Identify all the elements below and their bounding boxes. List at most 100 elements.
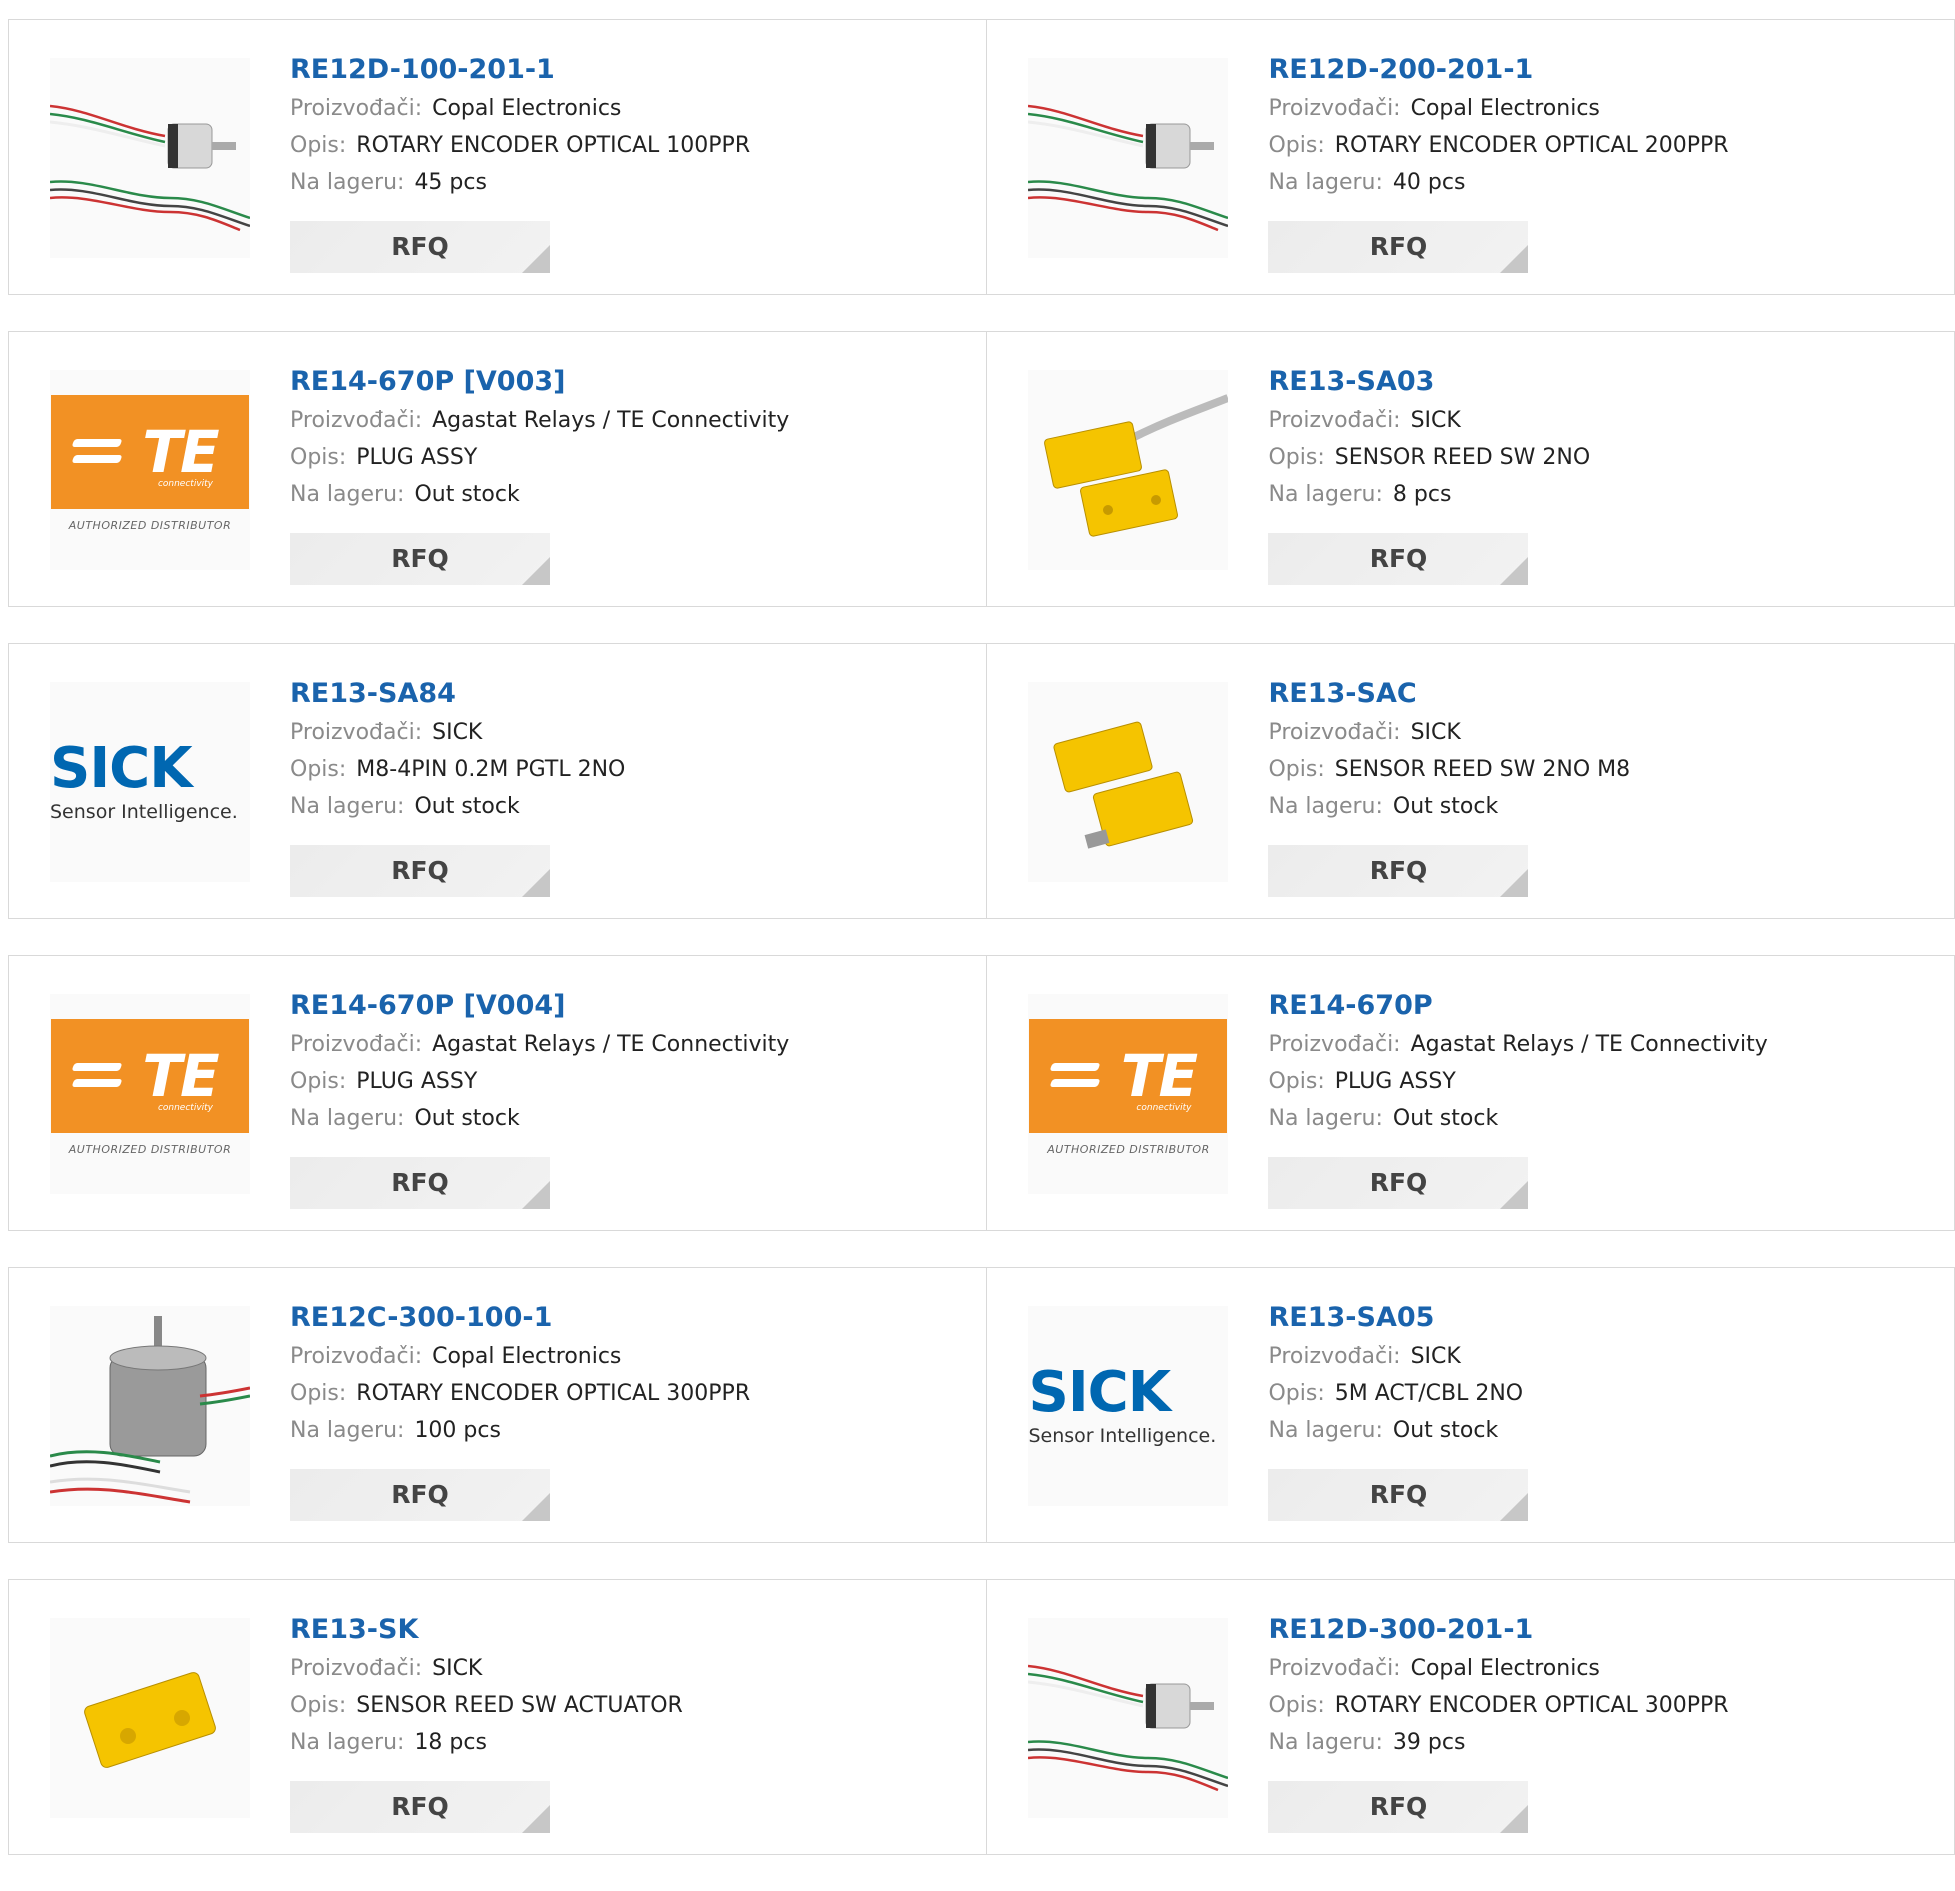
part-number-link[interactable]: RE14-670P [V004] (290, 986, 789, 1026)
stock-label: Na lageru: (1268, 482, 1383, 507)
product-info: RE12C-300-100-1 Proizvođači: Copal Electr… (290, 1298, 750, 1449)
rfq-button[interactable]: RFQ (290, 1157, 550, 1209)
description-label: Opis: (290, 1693, 347, 1718)
description-value: PLUG ASSY (356, 445, 478, 470)
manufacturer-value: Agastat Relays / TE Connectivity (432, 408, 790, 433)
manufacturer-value: Copal Electronics (432, 96, 622, 121)
manufacturer-row: Proizvođači: Copal Electronics (1268, 90, 1728, 127)
rfq-button[interactable]: RFQ (1268, 221, 1529, 273)
stock-value: 100 pcs (414, 1418, 501, 1443)
stock-row: Na lageru: 39 pcs (1268, 1724, 1728, 1761)
rfq-label: RFQ (391, 544, 449, 573)
product-image[interactable] (50, 1306, 250, 1506)
product-image[interactable] (1028, 682, 1229, 882)
manufacturer-row: Proizvođači: Agastat Relays / TE Connecti… (290, 1026, 789, 1063)
rotary-encoder-image (1028, 104, 1229, 232)
product-image[interactable]: SICK Sensor Intelligence. (50, 682, 250, 882)
rfq-label: RFQ (391, 232, 449, 261)
product-card: RE13-SAC Proizvođači: SICK Opis: SENSOR RE… (987, 643, 1955, 919)
part-number-link[interactable]: RE14-670P [V003] (290, 362, 789, 402)
stock-value: Out stock (414, 794, 520, 819)
stock-row: Na lageru: 100 pcs (290, 1412, 750, 1449)
part-number-link[interactable]: RE12D-100-201-1 (290, 50, 750, 90)
part-number-link[interactable]: RE12D-200-201-1 (1268, 50, 1728, 90)
manufacturer-value: Copal Electronics (432, 1344, 622, 1369)
corner-triangle-icon (522, 1493, 550, 1521)
manufacturer-label: Proizvođači: (1268, 720, 1401, 745)
rfq-button[interactable]: RFQ (290, 221, 550, 273)
te-connectivity-logo: TE connectivity AUTHORIZED DISTRIBUTOR (50, 395, 250, 545)
rfq-label: RFQ (391, 856, 449, 885)
manufacturer-row: Proizvođači: Copal Electronics (290, 1338, 750, 1375)
rfq-button[interactable]: RFQ (1268, 1469, 1529, 1521)
product-image[interactable] (1028, 58, 1229, 258)
rfq-button[interactable]: RFQ (290, 845, 550, 897)
stock-label: Na lageru: (1268, 794, 1383, 819)
description-row: Opis: SENSOR REED SW 2NO (1268, 439, 1590, 476)
part-number-link[interactable]: RE14-670P (1268, 986, 1767, 1026)
description-row: Opis: ROTARY ENCODER OPTICAL 300PPR (290, 1375, 750, 1412)
rotary-encoder-image (1028, 1664, 1229, 1792)
manufacturer-label: Proizvođači: (290, 720, 423, 745)
description-label: Opis: (1268, 1381, 1325, 1406)
product-info: RE13-SA05 Proizvođači: SICK Opis: 5M ACT/C… (1268, 1298, 1523, 1449)
product-image[interactable]: SICK Sensor Intelligence. (1028, 1306, 1229, 1506)
part-number-link[interactable]: RE12D-300-201-1 (1268, 1610, 1728, 1650)
manufacturer-label: Proizvođači: (1268, 408, 1401, 433)
product-card: RE12D-100-201-1 Proizvođači: Copal Electr… (8, 19, 988, 295)
product-card: SICK Sensor Intelligence. RE13-SA84 Proi… (8, 643, 988, 919)
description-label: Opis: (290, 445, 347, 470)
manufacturer-label: Proizvođači: (290, 1656, 423, 1681)
rfq-label: RFQ (1369, 232, 1428, 261)
product-image[interactable] (50, 1618, 250, 1818)
rfq-button[interactable]: RFQ (1268, 1781, 1529, 1833)
product-image[interactable] (1028, 370, 1229, 570)
product-image[interactable]: TE connectivity AUTHORIZED DISTRIBUTOR (50, 370, 250, 570)
product-info: RE13-SAC Proizvođači: SICK Opis: SENSOR RE… (1268, 674, 1630, 825)
product-row: RE13-SK Proizvođači: SICK Opis: SENSOR REE… (8, 1579, 1955, 1855)
description-label: Opis: (290, 1069, 347, 1094)
product-info: RE14-670P [V003] Proizvođači: Agastat Rel… (290, 362, 789, 513)
part-number-link[interactable]: RE13-SAC (1268, 674, 1630, 714)
rfq-button[interactable]: RFQ (290, 1781, 550, 1833)
rfq-button[interactable]: RFQ (290, 533, 550, 585)
product-card: TE connectivity AUTHORIZED DISTRIBUTOR R… (8, 331, 988, 607)
part-number-link[interactable]: RE13-SA84 (290, 674, 625, 714)
part-number-link[interactable]: RE12C-300-100-1 (290, 1298, 750, 1338)
rfq-label: RFQ (391, 1480, 449, 1509)
description-value: ROTARY ENCODER OPTICAL 200PPR (1334, 133, 1729, 158)
reed-actuator-image (84, 1672, 216, 1768)
product-image[interactable] (1028, 1618, 1229, 1818)
stock-row: Na lageru: 40 pcs (1268, 164, 1728, 201)
manufacturer-row: Proizvođači: SICK (290, 1650, 683, 1687)
description-row: Opis: ROTARY ENCODER OPTICAL 300PPR (1268, 1687, 1728, 1724)
description-label: Opis: (1268, 1069, 1325, 1094)
corner-triangle-icon (522, 1181, 550, 1209)
stock-label: Na lageru: (1268, 1418, 1383, 1443)
description-row: Opis: SENSOR REED SW ACTUATOR (290, 1687, 683, 1724)
corner-triangle-icon (1500, 1181, 1529, 1209)
product-image[interactable]: TE connectivity AUTHORIZED DISTRIBUTOR (1028, 994, 1229, 1194)
part-number-link[interactable]: RE13-SK (290, 1610, 683, 1650)
description-value: M8-4PIN 0.2M PGTL 2NO (356, 757, 626, 782)
stock-value: Out stock (414, 482, 520, 507)
rfq-button[interactable]: RFQ (290, 1469, 550, 1521)
product-card: RE13-SK Proizvođači: SICK Opis: SENSOR REE… (8, 1579, 988, 1855)
stock-value: Out stock (1392, 1106, 1499, 1131)
part-number-link[interactable]: RE13-SA05 (1268, 1298, 1523, 1338)
stock-row: Na lageru: Out stock (1268, 1100, 1767, 1137)
sick-logo: SICK Sensor Intelligence. (50, 736, 238, 824)
part-number-link[interactable]: RE13-SA03 (1268, 362, 1590, 402)
rfq-button[interactable]: RFQ (1268, 533, 1529, 585)
rfq-button[interactable]: RFQ (1268, 1157, 1529, 1209)
description-label: Opis: (290, 1381, 347, 1406)
product-info: RE12D-100-201-1 Proizvođači: Copal Electr… (290, 50, 750, 201)
stock-label: Na lageru: (290, 1730, 405, 1755)
rfq-button[interactable]: RFQ (1268, 845, 1529, 897)
product-info: RE12D-200-201-1 Proizvođači: Copal Electr… (1268, 50, 1728, 201)
product-image[interactable]: TE connectivity AUTHORIZED DISTRIBUTOR (50, 994, 250, 1194)
product-image[interactable] (50, 58, 250, 258)
manufacturer-value: Agastat Relays / TE Connectivity (432, 1032, 790, 1057)
description-label: Opis: (1268, 1693, 1325, 1718)
manufacturer-row: Proizvođači: SICK (1268, 402, 1590, 439)
